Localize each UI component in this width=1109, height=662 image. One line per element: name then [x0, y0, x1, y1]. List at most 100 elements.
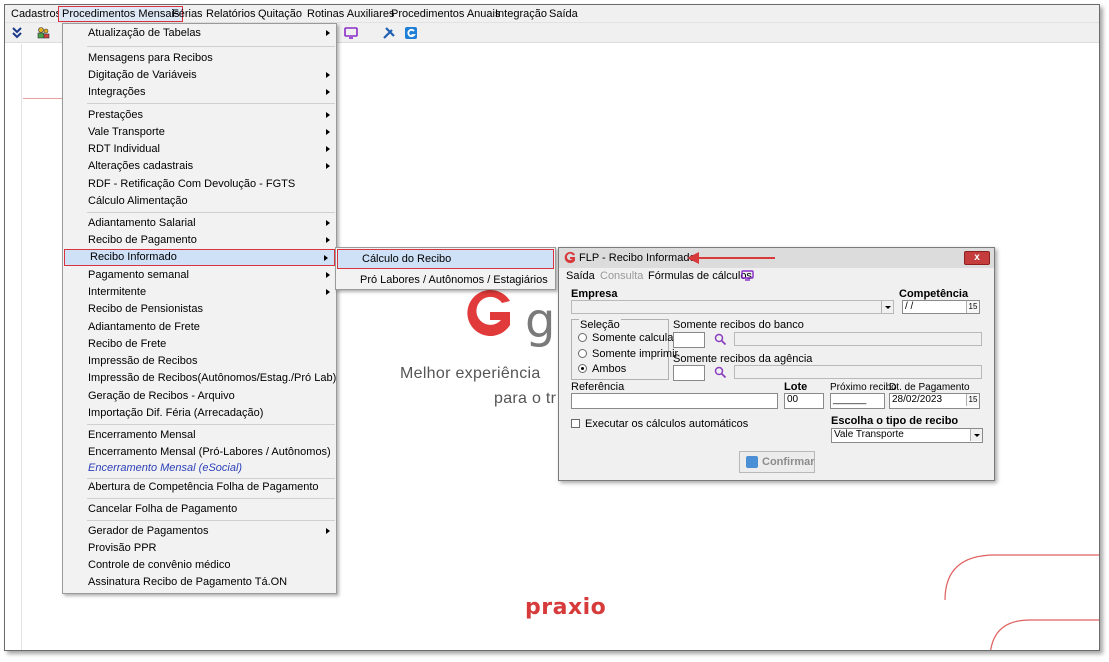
- menu-item-rdt-individual[interactable]: RDT Individual: [63, 141, 336, 158]
- agencia-label: Somente recibos da agência: [673, 353, 813, 365]
- tipo-recibo-select[interactable]: Vale Transporte: [831, 428, 983, 443]
- executar-checkbox[interactable]: [571, 419, 580, 428]
- referencia-field[interactable]: [571, 393, 778, 409]
- menu-item-geracao-recibos-arquivo[interactable]: Geração de Recibos - Arquivo: [63, 388, 336, 405]
- menu-item-cancelar-folha[interactable]: Cancelar Folha de Pagamento: [63, 501, 336, 518]
- menu-item-impressao-recibos-autonomos[interactable]: Impressão de Recibos(Autônomos/Estag./Pr…: [63, 370, 336, 387]
- calendar-icon[interactable]: 15: [966, 301, 979, 313]
- menu-item-atualizacao-tabelas[interactable]: Atualização de Tabelas: [63, 25, 336, 42]
- menu-procedimentos-anuais[interactable]: Procedimentos Anuais: [391, 7, 500, 21]
- menu-item-intermitente[interactable]: Intermitente: [63, 284, 336, 301]
- tipo-recibo-value: Vale Transporte: [834, 429, 904, 440]
- menu-rotinas-auxiliares[interactable]: Rotinas Auxiliares: [307, 7, 394, 21]
- radio-somente-calcular[interactable]: [578, 333, 587, 342]
- dialog-menu-saida[interactable]: Saída: [566, 270, 595, 282]
- menu-item-encerramento-mensal-prolabores[interactable]: Encerramento Mensal (Pró-Labores / Autôn…: [63, 444, 336, 461]
- monitor-icon[interactable]: [741, 270, 754, 284]
- menu-item-label: Assinatura Recibo de Pagamento Tá.ON: [88, 576, 288, 588]
- menu-item-rdf-retificacao[interactable]: RDF - Retificação Com Devolução - FGTS: [63, 176, 336, 193]
- menu-item-label: Intermitente: [88, 286, 147, 298]
- users-icon[interactable]: [35, 25, 51, 41]
- menu-item-gerador-pagamentos[interactable]: Gerador de Pagamentos: [63, 523, 336, 540]
- dt-pagamento-value: 28/02/2023: [892, 394, 943, 405]
- submenu-arrow-icon: [326, 30, 330, 36]
- menu-item-label: Importação Dif. Féria (Arrecadação): [88, 407, 264, 419]
- calendar-icon[interactable]: 15: [966, 394, 979, 406]
- menu-item-label: Recibo Informado: [90, 251, 177, 263]
- submenu-arrow-icon: [326, 220, 330, 226]
- monitor-icon[interactable]: [343, 25, 359, 41]
- menu-item-recibo-informado[interactable]: Recibo Informado: [64, 249, 335, 266]
- menu-item-label: Vale Transporte: [88, 126, 165, 138]
- submenu-arrow-icon: [326, 528, 330, 534]
- menu-item-label: Recibo de Pagamento: [88, 234, 197, 246]
- menu-item-abertura-competencia[interactable]: Abertura de Competência Folha de Pagamen…: [63, 479, 336, 496]
- menu-item-controle-convenio[interactable]: Controle de convênio médico: [63, 557, 336, 574]
- menu-item-recibo-pensionistas[interactable]: Recibo de Pensionistas: [63, 301, 336, 318]
- menu-quitacao[interactable]: Quitação: [258, 7, 302, 21]
- proximo-recibo-field[interactable]: ______: [830, 393, 885, 409]
- lote-label: Lote: [784, 381, 808, 393]
- empresa-select[interactable]: [571, 300, 894, 314]
- menu-item-vale-transporte[interactable]: Vale Transporte: [63, 124, 336, 141]
- menu-item-assinatura-recibo[interactable]: Assinatura Recibo de Pagamento Tá.ON: [63, 574, 336, 591]
- menu-item-pagamento-semanal[interactable]: Pagamento semanal: [63, 267, 336, 284]
- agencia-code-field[interactable]: [673, 365, 705, 381]
- radio-ambos[interactable]: [578, 364, 587, 373]
- lote-field[interactable]: 00: [784, 393, 824, 409]
- menu-item-label: Adiantamento de Frete: [88, 321, 200, 333]
- menu-integracao[interactable]: Integração: [495, 7, 547, 21]
- menu-item-adiantamento-frete[interactable]: Adiantamento de Frete: [63, 319, 336, 336]
- menu-separator: [87, 46, 335, 47]
- double-chevron-down-icon[interactable]: [9, 25, 25, 41]
- submenu-item-pro-labores[interactable]: Pró Labores / Autônomos / Estagiários: [336, 270, 555, 290]
- empresa-label: Empresa: [571, 288, 618, 300]
- dt-pagamento-field[interactable]: 28/02/2023 15: [889, 393, 980, 409]
- menu-cadastros[interactable]: Cadastros: [11, 7, 61, 21]
- menu-ferias[interactable]: Férias: [172, 7, 203, 21]
- submenu-arrow-icon: [326, 289, 330, 295]
- selecao-label: Seleção: [579, 319, 621, 331]
- g-logo-icon[interactable]: [403, 25, 419, 41]
- menu-item-prestacoes[interactable]: Prestações: [63, 107, 336, 124]
- competencia-field[interactable]: / / 15: [902, 300, 980, 314]
- brand-wordmark-fragment: g: [525, 293, 556, 349]
- menu-item-alteracoes-cadastrais[interactable]: Alterações cadastrais: [63, 158, 336, 175]
- banco-code-field[interactable]: [673, 332, 705, 348]
- close-button[interactable]: x: [964, 251, 990, 265]
- dialog-menu-formulas[interactable]: Fórmulas de cálculos: [648, 270, 752, 282]
- agencia-name-field: [734, 365, 982, 379]
- search-icon[interactable]: [714, 333, 727, 349]
- search-icon[interactable]: [714, 366, 727, 382]
- menu-item-encerramento-mensal-esocial[interactable]: Encerramento Mensal (eSocial): [63, 460, 336, 477]
- menu-saida[interactable]: Saída: [549, 7, 578, 21]
- menu-item-label: Impressão de Recibos: [88, 355, 198, 367]
- dialog-title: FLP - Recibo Informado: [579, 252, 696, 264]
- decorative-curve: [940, 550, 1099, 650]
- tools-icon[interactable]: [381, 25, 397, 41]
- radio-somente-imprimir[interactable]: [578, 349, 587, 358]
- menu-item-digitacao-variaveis[interactable]: Digitação de Variáveis: [63, 67, 336, 84]
- menu-procedimentos-mensais[interactable]: Procedimentos Mensais: [58, 6, 184, 22]
- chevron-down-icon[interactable]: [970, 429, 982, 441]
- menu-relatorios[interactable]: Relatórios: [206, 7, 256, 21]
- submenu-arrow-icon: [324, 255, 328, 261]
- menu-item-adiantamento-salarial[interactable]: Adiantamento Salarial: [63, 215, 336, 232]
- menu-item-recibo-pagamento[interactable]: Recibo de Pagamento: [63, 232, 336, 249]
- recibo-informado-dialog: FLP - Recibo Informado x Saída Consulta …: [558, 247, 995, 481]
- menu-item-integracoes[interactable]: Integrações: [63, 84, 336, 101]
- radio-somente-imprimir-label: Somente imprimir: [592, 348, 679, 360]
- confirm-button[interactable]: Confirmar: [739, 451, 815, 473]
- chevron-down-icon[interactable]: [881, 301, 893, 313]
- menu-item-mensagens-recibos[interactable]: Mensagens para Recibos: [63, 50, 336, 67]
- submenu-item-calculo-recibo[interactable]: Cálculo do Recibo: [337, 249, 554, 269]
- menu-item-label: Atualização de Tabelas: [88, 27, 201, 39]
- menu-item-provisao-ppr[interactable]: Provisão PPR: [63, 540, 336, 557]
- menu-item-encerramento-mensal[interactable]: Encerramento Mensal: [63, 427, 336, 444]
- menu-item-recibo-frete[interactable]: Recibo de Frete: [63, 336, 336, 353]
- menu-item-calculo-alimentacao[interactable]: Cálculo Alimentação: [63, 193, 336, 210]
- menu-item-importacao-dif-feria[interactable]: Importação Dif. Féria (Arrecadação): [63, 405, 336, 422]
- submenu-arrow-icon: [326, 272, 330, 278]
- menu-item-impressao-recibos[interactable]: Impressão de Recibos: [63, 353, 336, 370]
- banco-label: Somente recibos do banco: [673, 319, 804, 331]
